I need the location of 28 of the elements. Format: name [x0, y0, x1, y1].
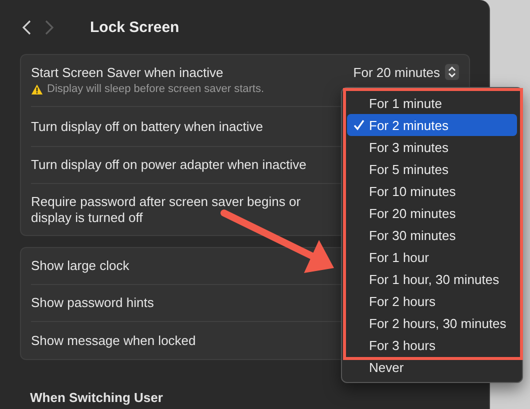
- setting-label: Show password hints: [31, 295, 155, 311]
- warning-icon: [31, 84, 43, 94]
- menu-item[interactable]: For 10 minutes: [347, 180, 517, 202]
- back-icon[interactable]: [22, 20, 31, 34]
- stepper-icon[interactable]: [445, 64, 459, 80]
- menu-item[interactable]: For 1 hour: [347, 246, 517, 268]
- setting-label: Turn display off on battery when inactive: [31, 118, 264, 134]
- setting-label: Require password after screen saver begins or display is turned off: [31, 194, 302, 226]
- menu-item[interactable]: Never: [347, 356, 517, 378]
- section-heading: When Switching User: [30, 390, 164, 405]
- menu-item[interactable]: For 2 minutes: [347, 114, 517, 136]
- menu-item[interactable]: For 5 minutes: [347, 158, 517, 180]
- menu-item[interactable]: For 30 minutes: [347, 224, 517, 246]
- setting-label: Start Screen Saver when inactive: [31, 65, 224, 81]
- menu-item[interactable]: For 2 hours, 30 minutes: [347, 312, 517, 334]
- menu-item[interactable]: For 1 minute: [347, 92, 517, 114]
- menu-item[interactable]: For 1 hour, 30 minutes: [347, 268, 517, 290]
- menu-item[interactable]: For 3 hours: [347, 334, 517, 356]
- menu-item[interactable]: For 20 minutes: [347, 202, 517, 224]
- popup-value[interactable]: For 20 minutes: [353, 64, 440, 80]
- setting-label: Turn display off on power adapter when inactive: [31, 157, 308, 173]
- setting-label: Show message when locked: [31, 332, 197, 348]
- menu-item[interactable]: For 3 minutes: [347, 136, 517, 158]
- menu-item[interactable]: For 2 hours: [347, 290, 517, 312]
- checkmark-icon: [353, 119, 365, 131]
- setting-note: Display will sleep before screen saver starts.: [47, 83, 264, 95]
- window-title: Lock Screen: [90, 18, 180, 36]
- setting-label: Show large clock: [31, 258, 130, 274]
